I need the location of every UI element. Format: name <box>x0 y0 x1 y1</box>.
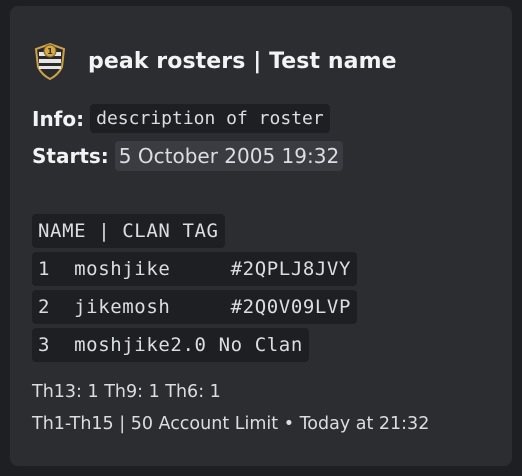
table-header: NAME | CLAN TAG <box>32 214 225 248</box>
starts-date[interactable]: 5 October 2005 19:32 <box>114 141 344 171</box>
footer-text: Th1-Th15 | 50 Account Limit • Today at 2… <box>32 414 430 434</box>
shield-badge-icon: 1 <box>34 42 66 81</box>
author-name[interactable]: peak rosters | Test name <box>88 49 397 74</box>
info-value: description of roster <box>90 104 330 133</box>
svg-text:1: 1 <box>47 47 53 56</box>
footer-th-counts: Th13: 1 Th9: 1 Th6: 1 <box>32 382 221 402</box>
starts-label: Starts: <box>32 144 109 168</box>
embed-author: 1 peak rosters | Test name <box>30 34 397 88</box>
table-row: 3 moshjike2.0 No Clan <box>32 328 309 362</box>
starts-field: Starts: 5 October 2005 19:32 <box>32 141 344 171</box>
info-field: Info: description of roster <box>32 104 330 133</box>
table-row: 2 jikemosh #2Q0V09LVP <box>32 290 358 324</box>
info-label: Info: <box>32 106 85 131</box>
table-row: 1 moshjike #2QPLJ8JVY <box>32 252 358 286</box>
